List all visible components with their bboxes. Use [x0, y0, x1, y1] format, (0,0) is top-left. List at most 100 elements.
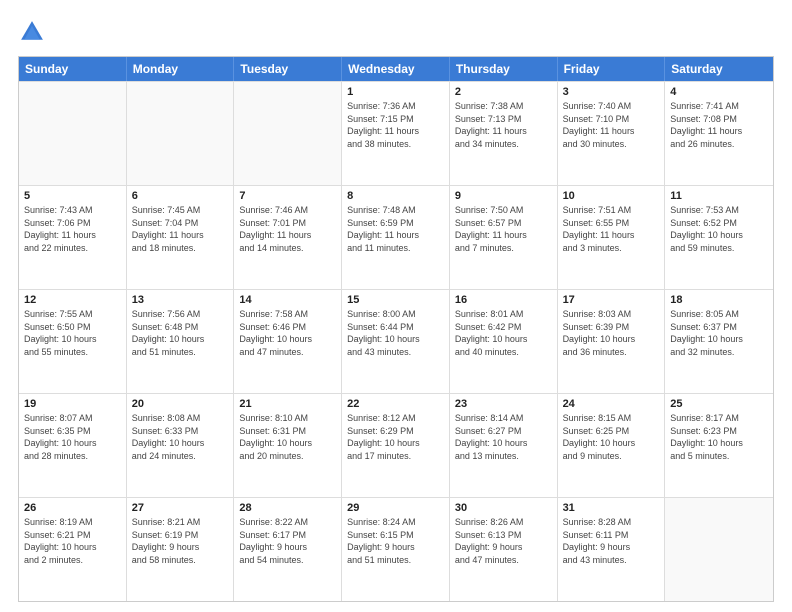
logo [18, 18, 50, 46]
calendar-cell: 10Sunrise: 7:51 AM Sunset: 6:55 PM Dayli… [558, 186, 666, 289]
day-number: 7 [239, 190, 336, 202]
cell-text: Sunrise: 7:38 AM Sunset: 7:13 PM Dayligh… [455, 100, 552, 150]
day-number: 4 [670, 86, 768, 98]
calendar-cell: 16 Sunrise: 8:01 AM Sunset: 6:42 PM Dayli… [450, 290, 558, 393]
day-number: 9 [455, 190, 552, 202]
calendar-cell: 30 Sunrise: 8:26 AM Sunset: 6:13 PM Dayli… [450, 498, 558, 601]
calendar-cell: 20 Sunrise: 8:08 AM Sunset: 6:33 PM Dayli… [127, 394, 235, 497]
day-number: 11 [670, 190, 768, 202]
day-number: 29 [347, 502, 444, 514]
day-number: 1 [347, 86, 444, 98]
day-number: 26 [24, 502, 121, 514]
calendar-row: 5 Sunrise: 7:43 AM Sunset: 7:06 PM Daylig… [19, 185, 773, 289]
day-number: 6 [132, 190, 229, 202]
day-number: 8 [347, 190, 444, 202]
calendar-cell: 3 Sunrise: 7:40 AM Sunset: 7:10 PM Daylig… [558, 82, 666, 185]
calendar-header: SundayMondayTuesdayWednesdayThursdayFrid… [19, 57, 773, 81]
calendar-row: 19 Sunrise: 8:07 AM Sunset: 6:35 PM Dayli… [19, 393, 773, 497]
logo-icon [18, 18, 46, 46]
calendar-cell: 28 Sunrise: 8:22 AM Sunset: 6:17 PM Dayli… [234, 498, 342, 601]
day-number: 20 [132, 398, 229, 410]
calendar-day-header: Monday [127, 57, 235, 81]
cell-text: Sunrise: 8:07 AM Sunset: 6:35 PM Dayligh… [24, 412, 121, 462]
calendar-cell: 15 Sunrise: 8:00 AM Sunset: 6:44 PM Dayli… [342, 290, 450, 393]
cell-text: Sunrise: 7:53 AM Sunset: 6:52 PM Dayligh… [670, 204, 768, 254]
day-number: 25 [670, 398, 768, 410]
day-number: 12 [24, 294, 121, 306]
day-number: 10 [563, 190, 660, 202]
calendar-cell [127, 82, 235, 185]
cell-text: Sunrise: 8:00 AM Sunset: 6:44 PM Dayligh… [347, 308, 444, 358]
cell-text: Sunrise: 8:05 AM Sunset: 6:37 PM Dayligh… [670, 308, 768, 358]
calendar-day-header: Thursday [450, 57, 558, 81]
calendar-cell [665, 498, 773, 601]
cell-text: Sunrise: 8:24 AM Sunset: 6:15 PM Dayligh… [347, 516, 444, 566]
cell-text: Sunrise: 8:10 AM Sunset: 6:31 PM Dayligh… [239, 412, 336, 462]
cell-text: Sunrise: 8:14 AM Sunset: 6:27 PM Dayligh… [455, 412, 552, 462]
day-number: 16 [455, 294, 552, 306]
calendar-cell: 14 Sunrise: 7:58 AM Sunset: 6:46 PM Dayli… [234, 290, 342, 393]
day-number: 2 [455, 86, 552, 98]
day-number: 24 [563, 398, 660, 410]
day-number: 3 [563, 86, 660, 98]
cell-text: Sunrise: 8:26 AM Sunset: 6:13 PM Dayligh… [455, 516, 552, 566]
day-number: 15 [347, 294, 444, 306]
calendar-cell [234, 82, 342, 185]
cell-text: Sunrise: 7:36 AM Sunset: 7:15 PM Dayligh… [347, 100, 444, 150]
cell-text: Sunrise: 7:46 AM Sunset: 7:01 PM Dayligh… [239, 204, 336, 254]
calendar-cell: 26 Sunrise: 8:19 AM Sunset: 6:21 PM Dayli… [19, 498, 127, 601]
cell-text: Sunrise: 8:01 AM Sunset: 6:42 PM Dayligh… [455, 308, 552, 358]
calendar-day-header: Friday [558, 57, 666, 81]
cell-text: Sunrise: 7:55 AM Sunset: 6:50 PM Dayligh… [24, 308, 121, 358]
calendar-cell: 13 Sunrise: 7:56 AM Sunset: 6:48 PM Dayli… [127, 290, 235, 393]
day-number: 14 [239, 294, 336, 306]
calendar-cell: 5 Sunrise: 7:43 AM Sunset: 7:06 PM Daylig… [19, 186, 127, 289]
calendar-cell: 1 Sunrise: 7:36 AM Sunset: 7:15 PM Daylig… [342, 82, 450, 185]
calendar-cell: 27Sunrise: 8:21 AM Sunset: 6:19 PM Dayli… [127, 498, 235, 601]
calendar-cell: 18Sunrise: 8:05 AM Sunset: 6:37 PM Dayli… [665, 290, 773, 393]
cell-text: Sunrise: 8:28 AM Sunset: 6:11 PM Dayligh… [563, 516, 660, 566]
calendar-cell: 23 Sunrise: 8:14 AM Sunset: 6:27 PM Dayli… [450, 394, 558, 497]
day-number: 31 [563, 502, 660, 514]
day-number: 19 [24, 398, 121, 410]
cell-text: Sunrise: 8:17 AM Sunset: 6:23 PM Dayligh… [670, 412, 768, 462]
header [18, 18, 774, 46]
day-number: 28 [239, 502, 336, 514]
calendar-cell: 31 Sunrise: 8:28 AM Sunset: 6:11 PM Dayli… [558, 498, 666, 601]
day-number: 5 [24, 190, 121, 202]
calendar-cell: 11 Sunrise: 7:53 AM Sunset: 6:52 PM Dayli… [665, 186, 773, 289]
calendar-cell: 17 Sunrise: 8:03 AM Sunset: 6:39 PM Dayli… [558, 290, 666, 393]
cell-text: Sunrise: 8:03 AM Sunset: 6:39 PM Dayligh… [563, 308, 660, 358]
calendar-cell: 12 Sunrise: 7:55 AM Sunset: 6:50 PM Dayli… [19, 290, 127, 393]
calendar-day-header: Tuesday [234, 57, 342, 81]
calendar-row: 26 Sunrise: 8:19 AM Sunset: 6:21 PM Dayli… [19, 497, 773, 601]
calendar-cell: 22Sunrise: 8:12 AM Sunset: 6:29 PM Dayli… [342, 394, 450, 497]
calendar-cell: 8 Sunrise: 7:48 AM Sunset: 6:59 PM Daylig… [342, 186, 450, 289]
cell-text: Sunrise: 8:08 AM Sunset: 6:33 PM Dayligh… [132, 412, 229, 462]
calendar-cell: 7 Sunrise: 7:46 AM Sunset: 7:01 PM Daylig… [234, 186, 342, 289]
cell-text: Sunrise: 8:22 AM Sunset: 6:17 PM Dayligh… [239, 516, 336, 566]
calendar-day-header: Saturday [665, 57, 773, 81]
cell-text: Sunrise: 7:50 AM Sunset: 6:57 PM Dayligh… [455, 204, 552, 254]
day-number: 13 [132, 294, 229, 306]
day-number: 30 [455, 502, 552, 514]
day-number: 23 [455, 398, 552, 410]
calendar-body: 1 Sunrise: 7:36 AM Sunset: 7:15 PM Daylig… [19, 81, 773, 601]
day-number: 22 [347, 398, 444, 410]
cell-text: Sunrise: 7:45 AM Sunset: 7:04 PM Dayligh… [132, 204, 229, 254]
cell-text: Sunrise: 7:41 AM Sunset: 7:08 PM Dayligh… [670, 100, 768, 150]
cell-text: Sunrise: 7:58 AM Sunset: 6:46 PM Dayligh… [239, 308, 336, 358]
cell-text: Sunrise: 8:19 AM Sunset: 6:21 PM Dayligh… [24, 516, 121, 566]
day-number: 17 [563, 294, 660, 306]
cell-text: Sunrise: 7:48 AM Sunset: 6:59 PM Dayligh… [347, 204, 444, 254]
calendar-day-header: Wednesday [342, 57, 450, 81]
calendar-cell: 21 Sunrise: 8:10 AM Sunset: 6:31 PM Dayli… [234, 394, 342, 497]
calendar-cell: 4 Sunrise: 7:41 AM Sunset: 7:08 PM Daylig… [665, 82, 773, 185]
page: SundayMondayTuesdayWednesdayThursdayFrid… [0, 0, 792, 612]
day-number: 21 [239, 398, 336, 410]
cell-text: Sunrise: 7:40 AM Sunset: 7:10 PM Dayligh… [563, 100, 660, 150]
cell-text: Sunrise: 7:56 AM Sunset: 6:48 PM Dayligh… [132, 308, 229, 358]
cell-text: Sunrise: 7:43 AM Sunset: 7:06 PM Dayligh… [24, 204, 121, 254]
calendar-cell: 25 Sunrise: 8:17 AM Sunset: 6:23 PM Dayli… [665, 394, 773, 497]
calendar-cell: 6 Sunrise: 7:45 AM Sunset: 7:04 PM Daylig… [127, 186, 235, 289]
